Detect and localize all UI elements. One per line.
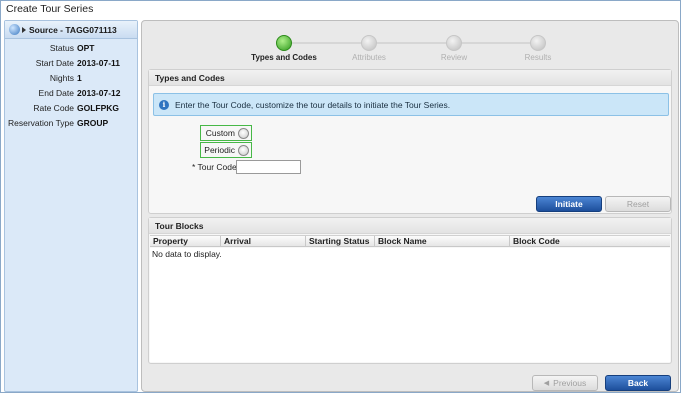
- wizard-step-attributes[interactable]: [361, 35, 377, 51]
- main-panel: Types and Codes Attributes Review Result…: [141, 20, 679, 392]
- info-icon: i: [159, 99, 169, 110]
- globe-icon: [9, 24, 20, 35]
- start-date-value: 2013-07-11: [77, 58, 121, 68]
- wizard-step-results[interactable]: [530, 35, 546, 51]
- col-arrival[interactable]: Arrival: [221, 236, 306, 246]
- custom-radio-group[interactable]: Custom: [200, 125, 252, 141]
- reservation-type-label: Reservation Type: [8, 118, 74, 128]
- status-value: OPT: [77, 43, 95, 53]
- wizard-label-attributes: Attributes: [352, 53, 386, 62]
- create-tour-series-window: Create Tour Series Source - TAGG071113 S…: [0, 0, 681, 393]
- no-data-message: No data to display.: [152, 249, 222, 259]
- periodic-radio-group[interactable]: Periodic: [200, 142, 252, 158]
- tour-blocks-grid-header: Property Arrival Starting Status Block N…: [150, 235, 670, 247]
- rate-code-value: GOLFPKG: [77, 103, 120, 113]
- nights-row: Nights 1: [5, 73, 82, 85]
- rate-code-row: Rate Code GOLFPKG: [5, 103, 119, 115]
- periodic-radio-label: Periodic: [204, 145, 235, 155]
- wizard-step-review[interactable]: [446, 35, 462, 51]
- info-text: Enter the Tour Code, customize the tour …: [175, 99, 451, 110]
- col-block-code[interactable]: Block Code: [510, 236, 670, 246]
- col-property[interactable]: Property: [150, 236, 221, 246]
- wizard-label-results: Results: [524, 53, 552, 62]
- expand-arrow-icon[interactable]: [22, 26, 26, 33]
- wizard-track: [292, 42, 538, 44]
- nights-value: 1: [77, 73, 82, 83]
- start-date-label: Start Date: [35, 58, 74, 68]
- status-row: Status OPT: [5, 43, 95, 55]
- reset-button[interactable]: Reset: [605, 196, 671, 212]
- end-date-label: End Date: [38, 88, 74, 98]
- wizard-step-types-and-codes[interactable]: [276, 35, 292, 51]
- nights-label: Nights: [49, 73, 74, 83]
- tour-code-label: * Tour Code: [192, 162, 237, 172]
- source-panel: Source - TAGG071113 Status OPT Start Date…: [4, 20, 138, 392]
- periodic-radio[interactable]: [238, 144, 249, 156]
- wizard-label-types-and-codes: Types and Codes: [251, 53, 317, 62]
- previous-button-label: Previous: [553, 378, 587, 388]
- end-date-row: End Date 2013-07-12: [5, 88, 121, 100]
- tour-blocks-header: Tour Blocks: [149, 218, 671, 234]
- tour-code-input[interactable]: [236, 160, 301, 174]
- previous-arrow-icon: ◀: [543, 380, 550, 387]
- window-title: Create Tour Series: [6, 3, 94, 15]
- tour-blocks-grid-body: No data to display.: [150, 248, 670, 362]
- col-starting-status[interactable]: Starting Status: [306, 236, 375, 246]
- wizard-steps: Types and Codes Attributes Review Result…: [142, 21, 678, 67]
- initiate-button[interactable]: Initiate: [536, 196, 602, 212]
- previous-button[interactable]: ◀ Previous: [532, 375, 598, 391]
- back-button[interactable]: Back: [605, 375, 671, 391]
- col-block-name[interactable]: Block Name: [375, 236, 510, 246]
- tour-blocks-section: Tour Blocks Property Arrival Starting St…: [148, 217, 672, 364]
- wizard-label-review: Review: [440, 53, 468, 62]
- custom-radio-label: Custom: [205, 128, 235, 138]
- start-date-row: Start Date 2013-07-11: [5, 58, 120, 70]
- end-date-value: 2013-07-12: [77, 88, 121, 98]
- source-header-label: Source - TAGG071113: [29, 24, 117, 35]
- reservation-type-row: Reservation Type GROUP: [5, 118, 108, 130]
- status-label: Status: [49, 43, 74, 53]
- custom-radio[interactable]: [238, 127, 249, 139]
- types-and-codes-header: Types and Codes: [149, 70, 671, 86]
- reservation-type-value: GROUP: [77, 118, 109, 128]
- source-panel-header[interactable]: Source - TAGG071113: [5, 21, 137, 39]
- rate-code-label: Rate Code: [33, 103, 74, 113]
- info-banner: i Enter the Tour Code, customize the tou…: [153, 93, 669, 116]
